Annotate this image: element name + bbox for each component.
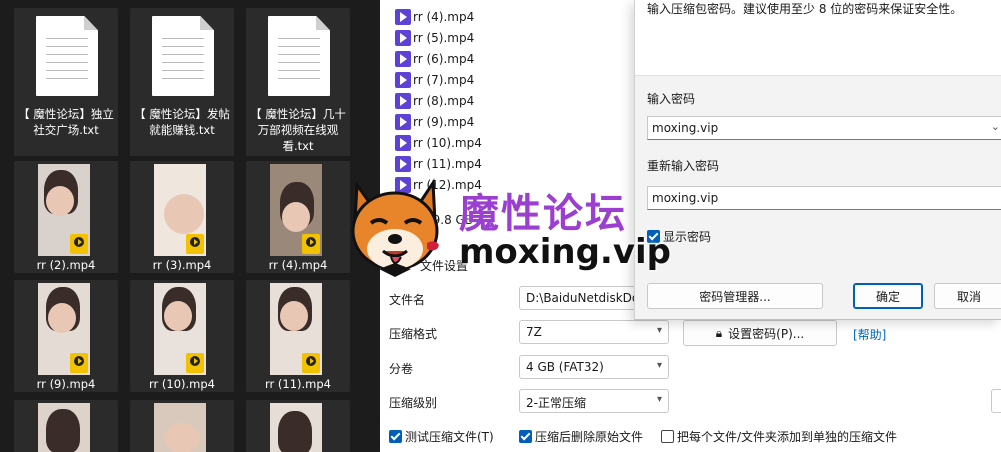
video-file-tile[interactable]: [130, 400, 234, 452]
password-hint: 输入压缩包密码。建议使用至少 8 位的密码来保证安全性。: [647, 2, 963, 16]
txt-file-tile[interactable]: 【 魔性论坛】几十万部视频在线观看.txt: [246, 8, 350, 156]
video-thumbnail: [270, 164, 322, 256]
video-file-tile[interactable]: rr (2).mp4: [14, 161, 118, 273]
video-thumbnail: [270, 403, 322, 452]
format-select[interactable]: 7Z ▾: [519, 320, 669, 344]
video-thumbnail: [38, 164, 90, 256]
video-file-icon: [395, 92, 411, 109]
video-file-icon: [395, 113, 411, 130]
set-password-button[interactable]: 🔒︎ 设置密码(P)...: [683, 320, 837, 346]
video-thumbnail: [270, 283, 322, 375]
side-field[interactable]: [991, 389, 1001, 413]
player-icon: [302, 353, 320, 373]
delete-original-checkbox[interactable]: 压缩后删除原始文件: [519, 428, 643, 445]
password-input[interactable]: moxing.vip ⌄: [647, 116, 1001, 140]
list-item[interactable]: rr (8).mp4: [395, 90, 482, 111]
level-select[interactable]: 2-正常压缩 ▾: [519, 389, 669, 413]
checkbox-checked-icon: [519, 430, 532, 443]
chevron-down-icon: ⌄: [990, 120, 1000, 133]
password-label: 输入密码: [647, 92, 696, 106]
list-item[interactable]: rr (7).mp4: [395, 69, 482, 90]
video-thumbnail: [154, 164, 206, 256]
video-thumbnail: [38, 403, 90, 452]
split-select[interactable]: 4 GB (FAT32) ▾: [519, 355, 669, 379]
test-archive-checkbox[interactable]: 测试压缩文件(T): [389, 428, 494, 445]
password-dialog: 输入压缩包密码。建议使用至少 8 位的密码来保证安全性。 输入密码 moxing…: [634, 0, 1001, 320]
video-file-tile[interactable]: [14, 400, 118, 452]
player-icon: [186, 234, 204, 254]
video-file-tile[interactable]: rr (9).mp4: [14, 280, 118, 392]
list-item[interactable]: rr (5).mp4: [395, 27, 482, 48]
list-item[interactable]: rr (10).mp4: [395, 132, 482, 153]
level-label: 压缩级别: [389, 396, 438, 410]
password-manager-button[interactable]: 密码管理器...: [647, 283, 823, 309]
file-name: rr (3).mp4: [152, 258, 212, 272]
video-file-tile[interactable]: rr (3).mp4: [130, 161, 234, 273]
cancel-button[interactable]: 取消: [934, 283, 1001, 309]
checkbox-unchecked-icon: [661, 430, 674, 443]
lock-icon: 🔒︎: [715, 325, 723, 340]
chevron-down-icon: ▾: [656, 360, 662, 371]
filename-label: 文件名: [389, 293, 426, 307]
file-name: 【 魔性论坛】几十万部视频在线观看.txt: [250, 107, 346, 153]
help-link[interactable]: [帮助]: [853, 326, 886, 343]
video-thumbnail: [154, 283, 206, 375]
split-label: 分卷: [389, 362, 414, 376]
player-icon: [70, 234, 88, 254]
text-file-icon: [36, 16, 98, 96]
list-item[interactable]: rr (4).mp4: [395, 6, 482, 27]
video-file-icon: [395, 50, 411, 67]
file-name: rr (10).mp4: [149, 377, 215, 391]
video-file-icon: [395, 134, 411, 151]
txt-file-tile[interactable]: 【 魔性论坛】发帖就能赚钱.txt: [130, 8, 234, 156]
video-file-tile[interactable]: rr (10).mp4: [130, 280, 234, 392]
video-file-icon: [395, 71, 411, 88]
checkbox-checked-icon: [389, 430, 402, 443]
text-file-icon: [268, 16, 330, 96]
confirm-password-input[interactable]: moxing.vip: [647, 186, 1001, 210]
file-name: rr (9).mp4: [36, 377, 96, 391]
file-explorer: 【 魔性论坛】独立社交广场.txt 【 魔性论坛】发帖就能赚钱.txt 【 魔性…: [0, 0, 380, 452]
file-name: rr (2).mp4: [36, 258, 96, 272]
shiba-mascot-logo: [351, 178, 439, 277]
filename-field[interactable]: D:\BaiduNetdiskDownload: [519, 286, 649, 310]
video-thumbnail: [154, 403, 206, 452]
video-file-tile[interactable]: [246, 400, 350, 452]
separate-archives-checkbox[interactable]: 把每个文件/文件夹添加到单独的压缩文件: [661, 428, 897, 445]
format-label: 压缩格式: [389, 327, 438, 341]
file-name: rr (11).mp4: [265, 377, 331, 391]
player-icon: [186, 353, 204, 373]
txt-file-tile[interactable]: 【 魔性论坛】独立社交广场.txt: [14, 8, 118, 156]
file-name: 【 魔性论坛】发帖就能赚钱.txt: [134, 107, 230, 137]
chevron-down-icon: ▾: [656, 394, 662, 405]
ok-button[interactable]: 确定: [853, 283, 923, 309]
file-name: 【 魔性论坛】独立社交广场.txt: [18, 107, 114, 137]
text-file-icon: [152, 16, 214, 96]
player-icon: [70, 353, 88, 373]
list-item[interactable]: rr (9).mp4: [395, 111, 482, 132]
video-file-tile[interactable]: rr (11).mp4: [246, 280, 350, 392]
video-file-icon: [395, 8, 411, 25]
video-file-icon: [395, 29, 411, 46]
chevron-down-icon: ▾: [656, 325, 662, 336]
confirm-password-label: 重新输入密码: [647, 159, 720, 173]
watermark-title: 魔性论坛: [459, 191, 627, 237]
watermark-url: moxing.vip: [459, 232, 671, 272]
player-icon: [302, 234, 320, 254]
video-thumbnail: [38, 283, 90, 375]
list-item[interactable]: rr (6).mp4: [395, 48, 482, 69]
